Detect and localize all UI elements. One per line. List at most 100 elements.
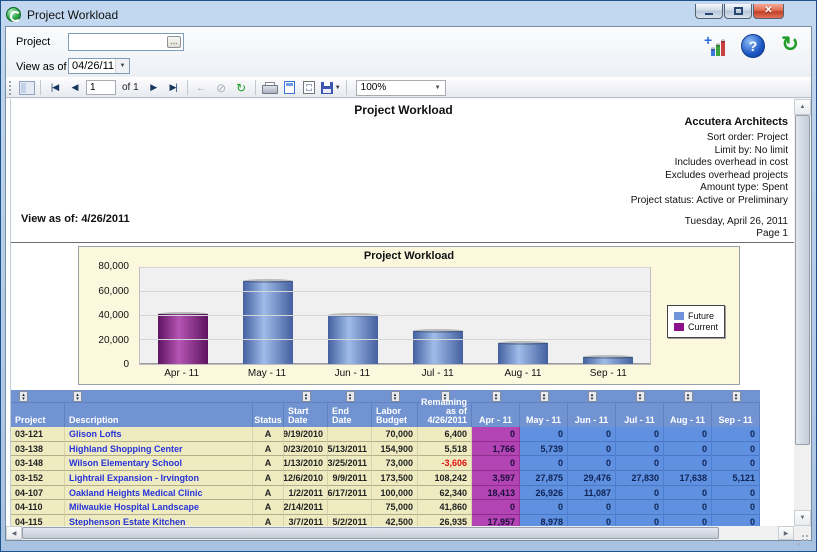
cell-end: 3/25/2011 <box>328 456 372 471</box>
sort-toggle-end[interactable]: ▴▾ <box>346 391 355 402</box>
cell-m1: 0 <box>520 427 568 442</box>
project-link[interactable]: Glison Lofts <box>69 429 122 439</box>
browse-button[interactable]: ... <box>167 36 181 48</box>
page-setup-icon <box>303 81 315 94</box>
bar-slot <box>225 268 310 364</box>
first-page-button[interactable]: |◀ <box>46 79 63 96</box>
cell-start: 2/14/2011 <box>284 500 328 515</box>
cell-description[interactable]: Milwaukie Hospital Landscape <box>65 500 253 515</box>
bar-Jul-11 <box>413 331 463 364</box>
cell-m2: 0 <box>568 500 616 515</box>
minimize-button[interactable] <box>695 4 723 19</box>
bar-slot <box>480 268 565 364</box>
chart-x-axis: Apr - 11May - 11Jun - 11Jul - 11Aug - 11… <box>139 368 651 379</box>
sort-toggle-start[interactable]: ▴▾ <box>302 391 311 402</box>
cell-project: 04-110 <box>11 500 65 515</box>
page-number-input[interactable] <box>86 80 116 95</box>
refresh-button[interactable]: ↻ <box>233 79 250 96</box>
cell-m2: 0 <box>568 442 616 457</box>
bar-slot <box>140 268 225 364</box>
separator <box>187 80 188 95</box>
sort-toggle-m0[interactable]: ▴▾ <box>492 391 501 402</box>
y-tick-label: 60,000 <box>98 286 129 297</box>
chevron-down-icon[interactable]: ▼ <box>115 59 129 73</box>
project-link[interactable]: Milwaukie Hospital Landscape <box>69 502 199 512</box>
cell-end: 9/9/2011 <box>328 471 372 486</box>
project-link[interactable]: Oakland Heights Medical Clinic <box>69 488 203 498</box>
cell-m5: 0 <box>712 456 760 471</box>
add-chart-button[interactable]: + <box>704 34 728 58</box>
zoom-combo[interactable]: 100% ▼ <box>356 80 446 96</box>
cell-description[interactable]: Glison Lofts <box>65 427 253 442</box>
close-button[interactable]: ✕ <box>753 4 784 19</box>
cell-start: 10/23/2010 <box>284 442 328 457</box>
next-page-button[interactable]: ▶ <box>145 79 162 96</box>
sort-toggle-description[interactable]: ▴▾ <box>73 391 82 402</box>
cell-start: 11/13/2010 <box>284 456 328 471</box>
toolbar-grip[interactable] <box>9 81 13 95</box>
sort-toggle-project[interactable]: ▴▾ <box>19 391 28 402</box>
stop-button[interactable]: ⊘ <box>213 79 230 96</box>
report-title: Project Workload <box>11 103 796 117</box>
scroll-up-button[interactable]: ▲ <box>794 99 811 115</box>
cell-start: 1/2/2011 <box>284 486 328 501</box>
chart-bar-icon <box>716 45 720 56</box>
last-page-button[interactable]: ▶| <box>165 79 182 96</box>
cell-end <box>328 500 372 515</box>
print-button[interactable] <box>261 79 278 96</box>
sort-toggle-m2[interactable]: ▴▾ <box>588 391 597 402</box>
x-tick-label: Jul - 11 <box>395 368 480 379</box>
scroll-down-button[interactable]: ▼ <box>794 510 811 526</box>
refresh-report-button[interactable]: ↻ <box>778 34 802 58</box>
cell-description[interactable]: Wilson Elementary School <box>65 456 253 471</box>
sort-toggle-m3[interactable]: ▴▾ <box>636 391 645 402</box>
cell-project: 04-107 <box>11 486 65 501</box>
project-link[interactable]: Lightrail Expansion - Irvington <box>69 473 199 483</box>
scroll-left-button[interactable]: ◀ <box>6 526 22 540</box>
resize-grip[interactable] <box>794 526 811 540</box>
column-header-status: Status <box>253 403 284 427</box>
chart-bar-icon <box>711 49 715 56</box>
page-setup-button[interactable] <box>301 79 318 96</box>
chart-plot <box>139 267 651 365</box>
column-header-m3: Jul - 11 <box>616 403 664 427</box>
titlebar: Project Workload <box>6 4 706 25</box>
sort-toggle-m4[interactable]: ▴▾ <box>684 391 693 402</box>
cell-m4: 17,638 <box>664 471 712 486</box>
table-row: 03-152Lightrail Expansion - IrvingtonA12… <box>11 471 760 486</box>
window-client: Project ... View as of 04/26/11 ▼ + ? ↻ <box>5 26 812 541</box>
vertical-scrollbar[interactable]: ▲ ▼ <box>794 99 811 526</box>
scroll-right-button[interactable]: ▶ <box>778 526 794 540</box>
horizontal-scroll-thumb[interactable] <box>22 527 719 539</box>
cell-m4: 0 <box>664 500 712 515</box>
project-input[interactable]: ... <box>68 33 184 51</box>
vertical-scroll-thumb[interactable] <box>795 115 810 445</box>
cell-description[interactable]: Lightrail Expansion - Irvington <box>65 471 253 486</box>
project-link[interactable]: Highland Shopping Center <box>69 444 183 454</box>
chevron-down-icon[interactable]: ▼ <box>431 81 445 95</box>
print-layout-button[interactable] <box>281 79 298 96</box>
maximize-button[interactable] <box>724 4 752 19</box>
cell-m1: 8,978 <box>520 515 568 526</box>
gridline <box>140 267 650 268</box>
back-button[interactable]: ← <box>193 79 210 96</box>
setting-line: Limit by: No limit <box>631 145 788 158</box>
view-as-of-combo[interactable]: 04/26/11 ▼ <box>68 58 130 74</box>
horizontal-scrollbar[interactable]: ◀ ▶ <box>6 526 794 540</box>
export-button[interactable]: ▼ <box>321 79 341 96</box>
sort-toggle-m1[interactable]: ▴▾ <box>540 391 549 402</box>
cell-description[interactable]: Stephenson Estate Kitchen <box>65 515 253 526</box>
sort-toggle-m5[interactable]: ▴▾ <box>732 391 741 402</box>
project-link[interactable]: Wilson Elementary School <box>69 458 182 468</box>
help-button[interactable]: ? <box>741 34 765 58</box>
previous-page-button[interactable]: ◀ <box>66 79 83 96</box>
project-link[interactable]: Stephenson Estate Kitchen <box>69 517 186 526</box>
next-page-icon: ▶ <box>150 82 156 93</box>
cell-description[interactable]: Highland Shopping Center <box>65 442 253 457</box>
table-body: 03-121Glison LoftsA9/19/201070,0006,4000… <box>11 427 760 526</box>
cell-description[interactable]: Oakland Heights Medical Clinic <box>65 486 253 501</box>
y-tick-label: 80,000 <box>98 261 129 272</box>
sort-toggle-budget[interactable]: ▴▾ <box>391 391 400 402</box>
cell-status: A <box>253 471 284 486</box>
document-map-button[interactable] <box>18 79 35 96</box>
